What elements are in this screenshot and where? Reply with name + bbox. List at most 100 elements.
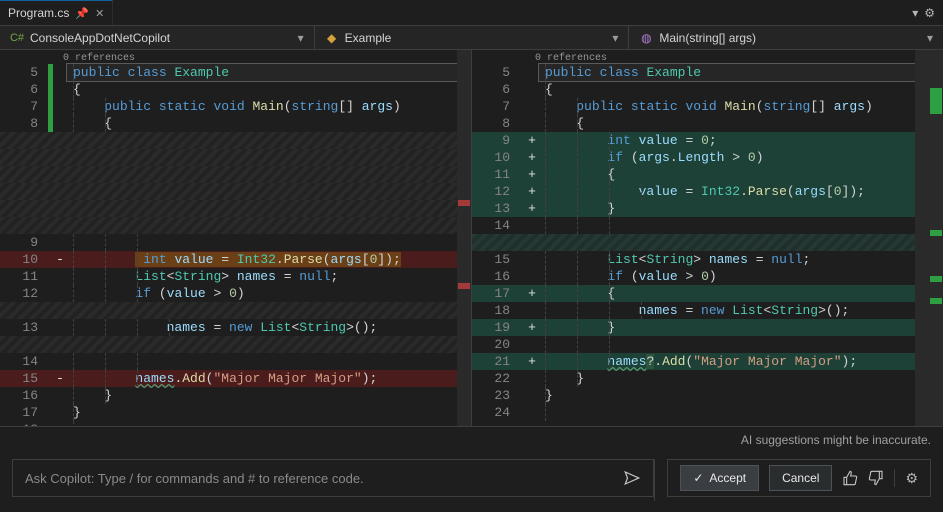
overview-ruler-right[interactable]: [929, 50, 943, 426]
code-line[interactable]: 22 }: [472, 370, 943, 387]
thumbs-down-icon[interactable]: [868, 470, 884, 486]
code-line[interactable]: 21+ names?.Add("Major Major Major");: [472, 353, 943, 370]
send-icon[interactable]: [623, 469, 641, 487]
method-icon: ◍: [639, 31, 653, 45]
diff-marker: [53, 387, 67, 404]
code-line[interactable]: 19+ }: [472, 319, 943, 336]
diff-marker: [53, 200, 67, 217]
tab-strip: Program.cs 📌 ✕ ▾ ⚙: [0, 0, 943, 26]
code-line[interactable]: 20: [472, 336, 943, 353]
tab-overflow-icon[interactable]: ▾: [912, 6, 918, 20]
code-line[interactable]: 8 {: [472, 115, 943, 132]
code-line[interactable]: 13 + }: [472, 200, 943, 217]
codelens[interactable]: 0 references: [0, 50, 471, 64]
diff-marker: [53, 149, 67, 166]
diff-marker: [53, 336, 67, 353]
line-number: [0, 183, 48, 200]
code-line[interactable]: 16 if (value > 0): [472, 268, 943, 285]
tab-program-cs[interactable]: Program.cs 📌 ✕: [0, 0, 113, 25]
code-line[interactable]: 10- int value = Int32.Parse(args[0]);: [0, 251, 471, 268]
line-number: 22: [472, 370, 520, 387]
code-line[interactable]: 7 public static void Main(string[] args): [472, 98, 943, 115]
code-line[interactable]: [0, 166, 471, 183]
crumb-class[interactable]: ◆ Example ▾: [315, 26, 630, 49]
line-number: 24: [472, 404, 520, 421]
code-content: if (args.Length > 0): [539, 149, 943, 166]
crumb-method[interactable]: ◍ Main(string[] args) ▾: [629, 26, 943, 49]
copilot-input[interactable]: Ask Copilot: Type / for commands and # t…: [12, 459, 654, 497]
code-content: }: [539, 319, 943, 336]
code-line[interactable]: [0, 217, 471, 234]
diff-pane-left[interactable]: 0 references5public class Example6{7 pub…: [0, 50, 472, 426]
code-line[interactable]: 23}: [472, 387, 943, 404]
code-content: [67, 353, 471, 370]
line-number: 12: [0, 285, 48, 302]
diff-marker: -: [53, 251, 67, 268]
code-content: }: [67, 387, 471, 404]
crumb-project[interactable]: C# ConsoleAppDotNetCopilot ▾: [0, 26, 315, 49]
breadcrumb: C# ConsoleAppDotNetCopilot ▾ ◆ Example ▾…: [0, 26, 943, 50]
line-number: [0, 302, 48, 319]
code-line[interactable]: [0, 200, 471, 217]
line-number: 8: [0, 115, 48, 132]
code-line[interactable]: 18 names = new List<String>();: [472, 302, 943, 319]
code-line[interactable]: 14: [0, 353, 471, 370]
codelens[interactable]: 0 references: [472, 50, 943, 64]
accept-button[interactable]: ✓ Accept: [680, 465, 759, 491]
diff-marker: +: [525, 183, 539, 200]
code-line[interactable]: 9: [0, 234, 471, 251]
code-line[interactable]: 14: [472, 217, 943, 234]
code-content: {: [67, 81, 471, 98]
diff-marker: [525, 302, 539, 319]
code-line[interactable]: [0, 132, 471, 149]
code-line[interactable]: 15 List<String> names = null;: [472, 251, 943, 268]
code-content: [539, 217, 943, 234]
diff-editor: 0 references5public class Example6{7 pub…: [0, 50, 943, 426]
code-line[interactable]: 13 names = new List<String>();: [0, 319, 471, 336]
diff-marker: +: [525, 200, 539, 217]
code-line[interactable]: [472, 234, 943, 251]
line-number: 14: [472, 217, 520, 234]
code-content: }: [539, 200, 943, 217]
code-line[interactable]: 17+ {: [472, 285, 943, 302]
code-line[interactable]: 6{: [0, 81, 471, 98]
line-number: 13: [472, 200, 520, 217]
diff-pane-right[interactable]: 0 references5public class Example6{7 pub…: [472, 50, 943, 426]
code-line[interactable]: 24: [472, 404, 943, 421]
code-line[interactable]: 12 if (value > 0): [0, 285, 471, 302]
close-icon[interactable]: ✕: [95, 7, 104, 20]
thumbs-up-icon[interactable]: [842, 470, 858, 486]
chevron-down-icon: ▾: [927, 31, 933, 45]
line-number: 23: [472, 387, 520, 404]
code-line[interactable]: [0, 302, 471, 319]
line-number: 16: [472, 268, 520, 285]
code-line[interactable]: [0, 149, 471, 166]
code-line[interactable]: 12+ value = Int32.Parse(args[0]);: [472, 183, 943, 200]
code-line[interactable]: 7 public static void Main(string[] args): [0, 98, 471, 115]
code-content: names.Add("Major Major Major");: [67, 370, 471, 387]
code-line[interactable]: 17}: [0, 404, 471, 421]
diff-marker: [525, 98, 539, 115]
diff-marker: [525, 387, 539, 404]
cancel-button[interactable]: Cancel: [769, 465, 832, 491]
code-line[interactable]: 15- names.Add("Major Major Major");: [0, 370, 471, 387]
line-number: 11: [472, 166, 520, 183]
code-line[interactable]: 16 }: [0, 387, 471, 404]
code-line[interactable]: [0, 336, 471, 353]
code-line[interactable]: 11 List<String> names = null;: [0, 268, 471, 285]
scrollbar-vertical[interactable]: [915, 50, 929, 426]
pin-icon[interactable]: 📌: [75, 7, 89, 20]
code-line[interactable]: 5public class Example: [0, 64, 471, 81]
diff-marker: [525, 64, 539, 81]
code-line[interactable]: 10+ if (args.Length > 0): [472, 149, 943, 166]
settings-gear-icon[interactable]: ⚙: [905, 470, 918, 487]
code-line[interactable]: 6{: [472, 81, 943, 98]
line-number: 12: [472, 183, 520, 200]
code-line[interactable]: 5public class Example: [472, 64, 943, 81]
code-line[interactable]: 8 {: [0, 115, 471, 132]
code-line[interactable]: 11+ {: [472, 166, 943, 183]
overview-ruler-left[interactable]: [457, 50, 471, 426]
code-line[interactable]: [0, 183, 471, 200]
code-line[interactable]: 9+ int value = 0;: [472, 132, 943, 149]
tab-settings-icon[interactable]: ⚙: [924, 6, 935, 20]
